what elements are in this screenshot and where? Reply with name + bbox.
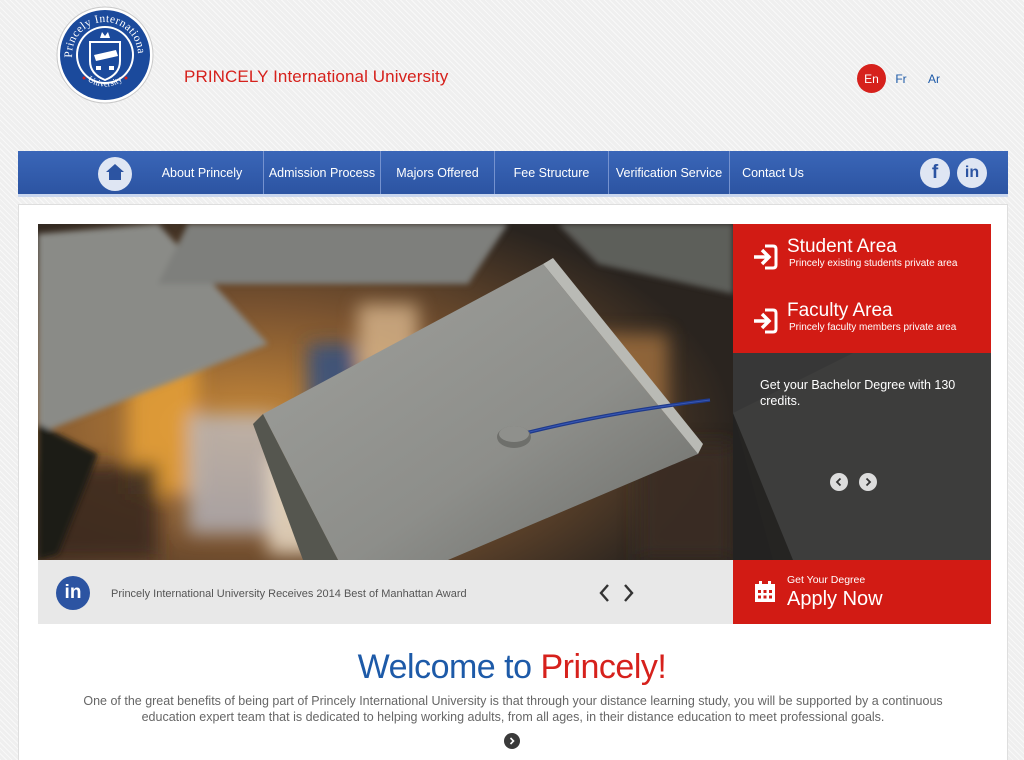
welcome-heading-exclamation: !: [657, 648, 667, 686]
language-en[interactable]: En: [857, 64, 886, 93]
apply-subtitle: Get Your Degree: [787, 574, 866, 586]
student-area-link[interactable]: Student Area Princely existing students …: [733, 224, 991, 288]
student-area-title: Student Area: [787, 236, 897, 257]
welcome-heading-prefix: Welcome to: [357, 648, 541, 686]
promo-slider: Get your Bachelor Degree with 130 credit…: [733, 353, 991, 560]
apply-now-button[interactable]: Get Your Degree Apply Now: [733, 560, 991, 624]
language-fr[interactable]: Fr: [893, 64, 909, 93]
facebook-icon: f: [931, 162, 939, 183]
university-logo[interactable]: Princely International University: [54, 0, 154, 104]
site-title[interactable]: PRINCELY International University: [184, 67, 448, 87]
news-headline[interactable]: Princely International University Receiv…: [111, 588, 467, 600]
news-ticker: in Princely International University Rec…: [38, 560, 733, 624]
login-arrow-icon: [754, 244, 778, 270]
faculty-area-subtitle: Princely faculty members private area: [789, 322, 957, 333]
login-arrow-icon: [754, 308, 778, 334]
nav-item-fees[interactable]: Fee Structure: [495, 151, 609, 194]
nav-item-contact[interactable]: Contact Us: [730, 151, 816, 194]
news-prev-button[interactable]: [598, 582, 612, 604]
nav-item-admission[interactable]: Admission Process: [264, 151, 381, 194]
nav-item-about[interactable]: About Princely: [141, 151, 264, 194]
linkedin-news-icon[interactable]: in: [56, 576, 90, 610]
nav-item-verification[interactable]: Verification Service: [609, 151, 730, 194]
home-icon: [105, 162, 125, 187]
facebook-button[interactable]: f: [920, 158, 950, 188]
apply-title: Apply Now: [787, 588, 883, 610]
news-next-button[interactable]: [621, 582, 635, 604]
read-more-button[interactable]: [504, 733, 520, 749]
chevron-left-icon: [835, 477, 842, 487]
faculty-area-link[interactable]: Faculty Area Princely faculty members pr…: [733, 288, 991, 352]
welcome-intro-text: One of the great benefits of being part …: [83, 694, 943, 724]
calendar-icon: [755, 581, 775, 602]
linkedin-icon: in: [964, 164, 980, 181]
nav-menu: About Princely Admission Process Majors …: [141, 151, 816, 194]
member-areas-panel: Student Area Princely existing students …: [733, 224, 991, 353]
chevron-right-icon: [865, 477, 872, 487]
chevron-right-icon: [509, 737, 515, 745]
welcome-heading-brand: Princely: [540, 648, 658, 686]
faculty-area-title: Faculty Area: [787, 300, 893, 321]
linkedin-button[interactable]: in: [957, 158, 987, 188]
promo-prev-button[interactable]: [830, 473, 848, 491]
nav-item-majors[interactable]: Majors Offered: [381, 151, 495, 194]
promo-next-button[interactable]: [859, 473, 877, 491]
promo-text: Get your Bachelor Degree with 130 credit…: [760, 378, 956, 408]
hero-image: [38, 224, 733, 560]
welcome-heading: Welcome to Princely!: [0, 648, 1024, 687]
home-button[interactable]: [98, 157, 132, 191]
student-area-subtitle: Princely existing students private area: [789, 258, 958, 269]
main-navigation: About Princely Admission Process Majors …: [18, 151, 1008, 197]
language-ar[interactable]: Ar: [925, 64, 943, 93]
